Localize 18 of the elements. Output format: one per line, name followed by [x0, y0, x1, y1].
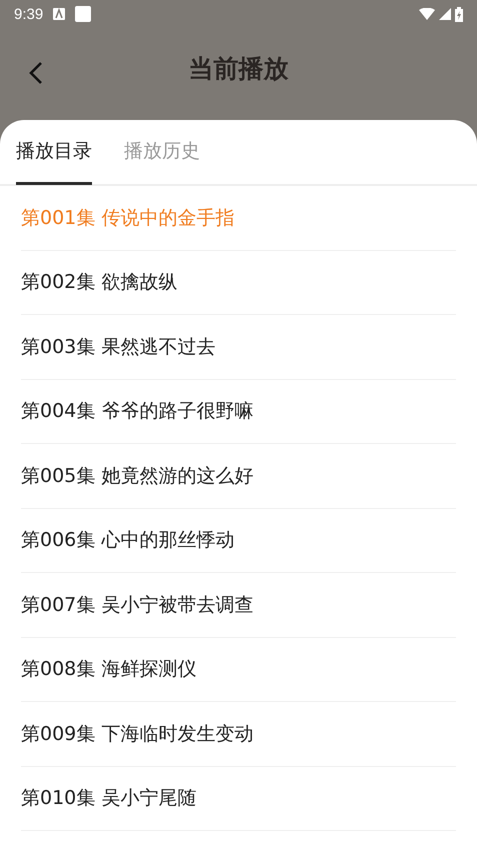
notification-icon: [75, 6, 92, 22]
episode-item[interactable]: 第007集 吴小宁被带去调查: [21, 573, 456, 638]
chevron-left-icon: [28, 60, 44, 86]
episode-item[interactable]: 第008集 海鲜探测仪: [21, 638, 456, 702]
notification-icon: [53, 8, 66, 20]
battery-icon: [455, 6, 463, 22]
episode-item[interactable]: 第005集 她竟然游的这么好: [21, 444, 456, 508]
wifi-icon: [419, 8, 435, 20]
episode-item[interactable]: 第003集 果然逃不过去: [21, 315, 456, 380]
page-title: 当前播放: [188, 52, 288, 84]
episode-item[interactable]: 第009集 下海临时发生变动: [21, 702, 456, 766]
signal-icon: [439, 8, 451, 20]
episode-item[interactable]: 第004集 爷爷的路子很野嘛: [21, 380, 456, 444]
episode-item[interactable]: 第002集 欲擒故纵: [21, 250, 456, 315]
status-time: 9:39: [14, 6, 44, 22]
episode-item[interactable]: 第006集 心中的那丝悸动: [21, 508, 456, 573]
episode-item[interactable]: 第010集 吴小宁尾随: [21, 766, 456, 831]
tab[interactable]: 播放目录: [16, 120, 92, 185]
